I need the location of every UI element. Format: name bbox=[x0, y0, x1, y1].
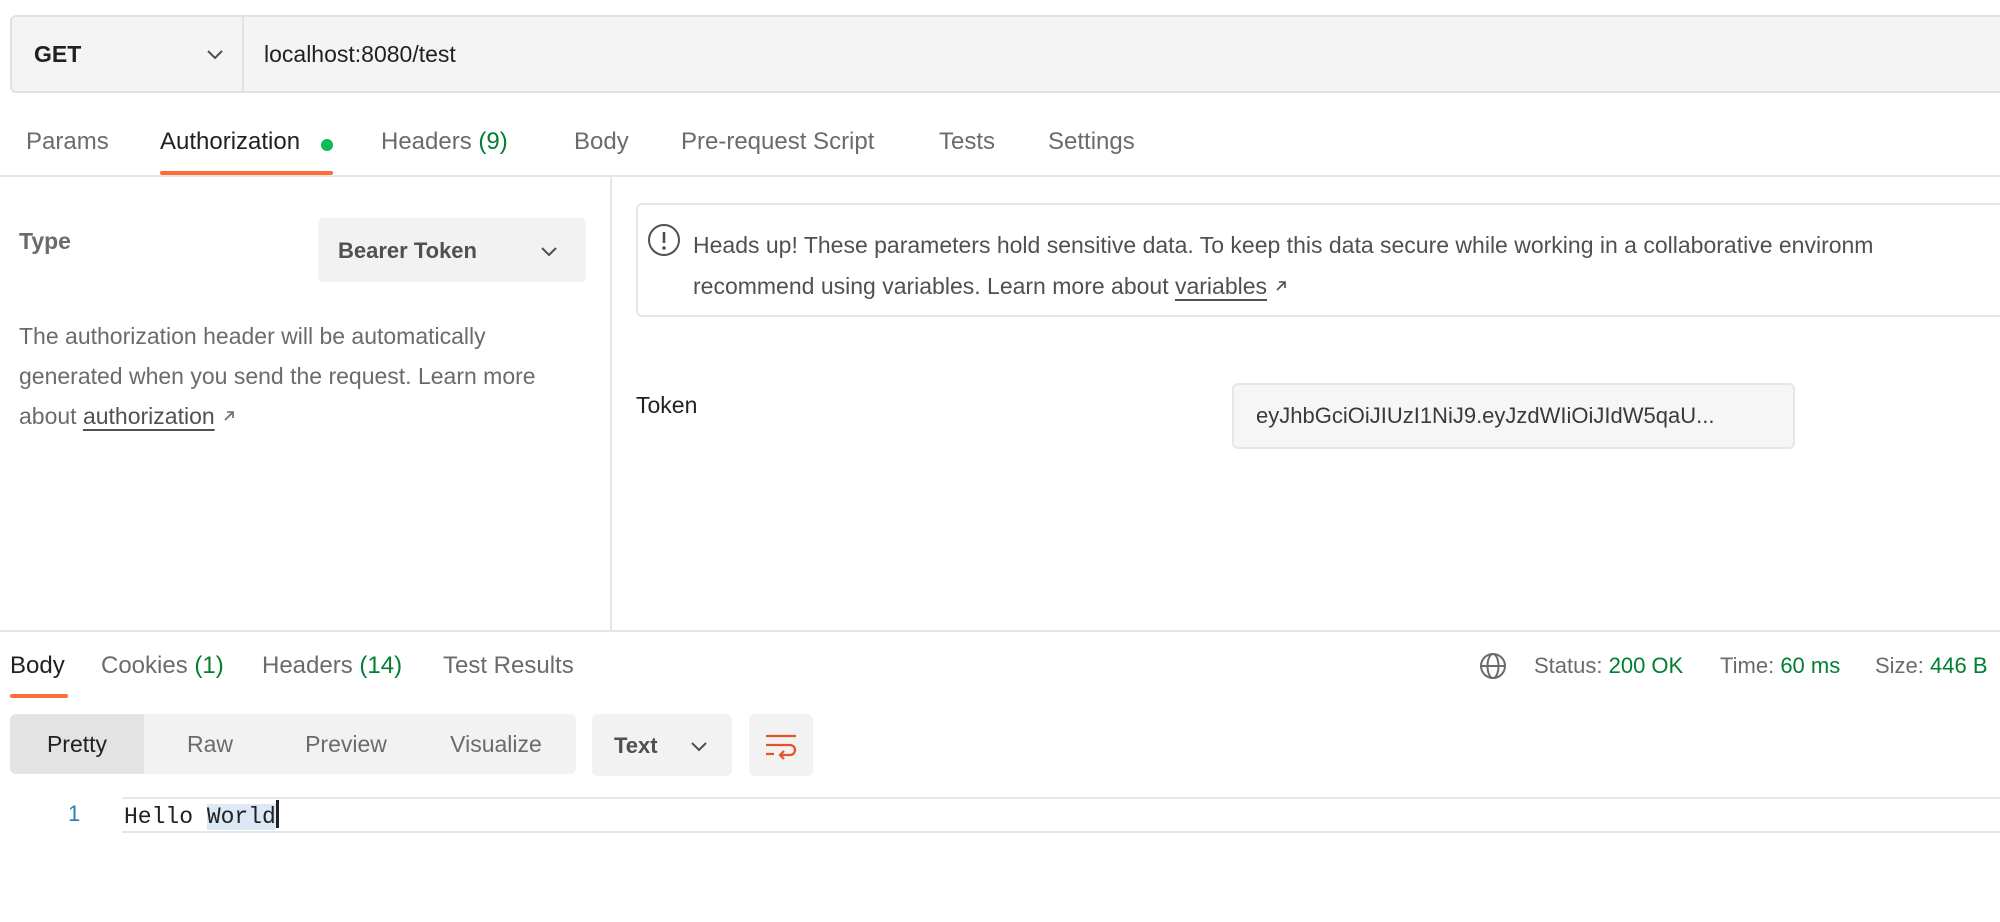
tabs-divider bbox=[0, 175, 2000, 177]
view-preview[interactable]: Preview bbox=[276, 714, 416, 774]
response-tab-cookies-count: (1) bbox=[194, 652, 224, 679]
token-input[interactable]: eyJhbGciOiJIUzI1NiJ9.eyJzdWIiOiJIdW5qaU.… bbox=[1232, 383, 1795, 449]
tab-headers-label: Headers bbox=[381, 128, 472, 155]
notice-line-1: Heads up! These parameters hold sensitiv… bbox=[693, 232, 1874, 258]
tab-params[interactable]: Params bbox=[26, 128, 109, 156]
code-area-bottom-border bbox=[122, 831, 2000, 833]
time-label: Time: bbox=[1720, 653, 1775, 678]
notice-text: Heads up! These parameters hold sensitiv… bbox=[693, 225, 1873, 307]
external-link-icon bbox=[221, 403, 237, 429]
notice-line-2-text: recommend using variables. Learn more ab… bbox=[693, 273, 1169, 299]
auth-active-indicator bbox=[321, 139, 333, 151]
tab-headers-count: (9) bbox=[478, 128, 508, 155]
token-label: Token bbox=[636, 392, 698, 418]
view-pretty[interactable]: Pretty bbox=[10, 714, 144, 774]
size-value: 446 B bbox=[1930, 653, 1988, 678]
chevron-down-icon bbox=[538, 241, 560, 268]
chevron-down-icon bbox=[204, 44, 226, 71]
size-label: Size: bbox=[1875, 653, 1924, 678]
auth-type-label: Type bbox=[19, 228, 71, 254]
response-tab-headers-count: (14) bbox=[359, 652, 403, 679]
tab-authorization[interactable]: Authorization bbox=[160, 128, 300, 156]
response-body-text: Hello bbox=[124, 804, 207, 830]
response-size[interactable]: Size: 446 B bbox=[1875, 653, 1988, 679]
tab-settings[interactable]: Settings bbox=[1048, 128, 1135, 156]
external-link-icon bbox=[1273, 273, 1289, 299]
format-value: Text bbox=[614, 733, 658, 758]
auth-type-select[interactable]: Bearer Token bbox=[318, 218, 586, 282]
tab-pre-request-script[interactable]: Pre-request Script bbox=[681, 128, 874, 156]
response-format-select[interactable]: Text bbox=[592, 714, 732, 776]
response-tab-body[interactable]: Body bbox=[10, 652, 65, 680]
method-label: GET bbox=[34, 41, 82, 67]
wrap-lines-icon bbox=[763, 728, 799, 767]
chevron-down-icon bbox=[688, 736, 710, 763]
token-value: eyJhbGciOiJIUzI1NiJ9.eyJzdWIiOiJIdW5qaU.… bbox=[1256, 403, 1715, 428]
wrap-lines-button[interactable] bbox=[749, 714, 813, 776]
view-visualize[interactable]: Visualize bbox=[416, 714, 576, 774]
view-raw[interactable]: Raw bbox=[144, 714, 276, 774]
response-body-line[interactable]: Hello World bbox=[124, 800, 279, 830]
auth-type-value: Bearer Token bbox=[338, 238, 477, 263]
status-value: 200 OK bbox=[1608, 653, 1684, 678]
response-tab-test-results[interactable]: Test Results bbox=[443, 652, 574, 680]
line-number: 1 bbox=[68, 801, 81, 826]
sensitive-data-notice: Heads up! These parameters hold sensitiv… bbox=[636, 203, 2000, 317]
response-view-toggle: Pretty Raw Preview Visualize bbox=[10, 714, 576, 774]
response-tab-headers[interactable]: Headers (14) bbox=[262, 652, 402, 680]
tab-body[interactable]: Body bbox=[574, 128, 629, 156]
response-divider bbox=[0, 630, 2000, 632]
text-caret bbox=[275, 800, 279, 828]
response-time[interactable]: Time: 60 ms bbox=[1720, 653, 1840, 679]
response-tab-cookies-label: Cookies bbox=[101, 652, 188, 679]
response-body-selected-text: World bbox=[206, 804, 276, 830]
url-bar: GET bbox=[10, 15, 2000, 93]
code-area-top-border bbox=[122, 797, 2000, 799]
active-response-tab-underline bbox=[10, 694, 68, 698]
status-label: Status: bbox=[1534, 653, 1603, 678]
notice-line-2: recommend using variables. Learn more ab… bbox=[693, 266, 1873, 307]
response-status[interactable]: Status: 200 OK bbox=[1534, 653, 1683, 679]
panel-divider bbox=[610, 177, 612, 632]
url-input[interactable] bbox=[264, 35, 1864, 73]
globe-icon[interactable] bbox=[1478, 651, 1508, 686]
time-value: 60 ms bbox=[1780, 653, 1841, 678]
variables-link[interactable]: variables bbox=[1175, 273, 1267, 299]
response-tab-headers-label: Headers bbox=[262, 652, 353, 679]
info-icon bbox=[646, 222, 682, 263]
method-select[interactable]: GET bbox=[12, 17, 244, 91]
tab-headers[interactable]: Headers (9) bbox=[381, 128, 508, 156]
tab-tests[interactable]: Tests bbox=[939, 128, 995, 156]
response-tab-cookies[interactable]: Cookies (1) bbox=[101, 652, 224, 680]
auth-description: The authorization header will be automat… bbox=[19, 316, 589, 436]
authorization-link[interactable]: authorization bbox=[83, 403, 215, 429]
